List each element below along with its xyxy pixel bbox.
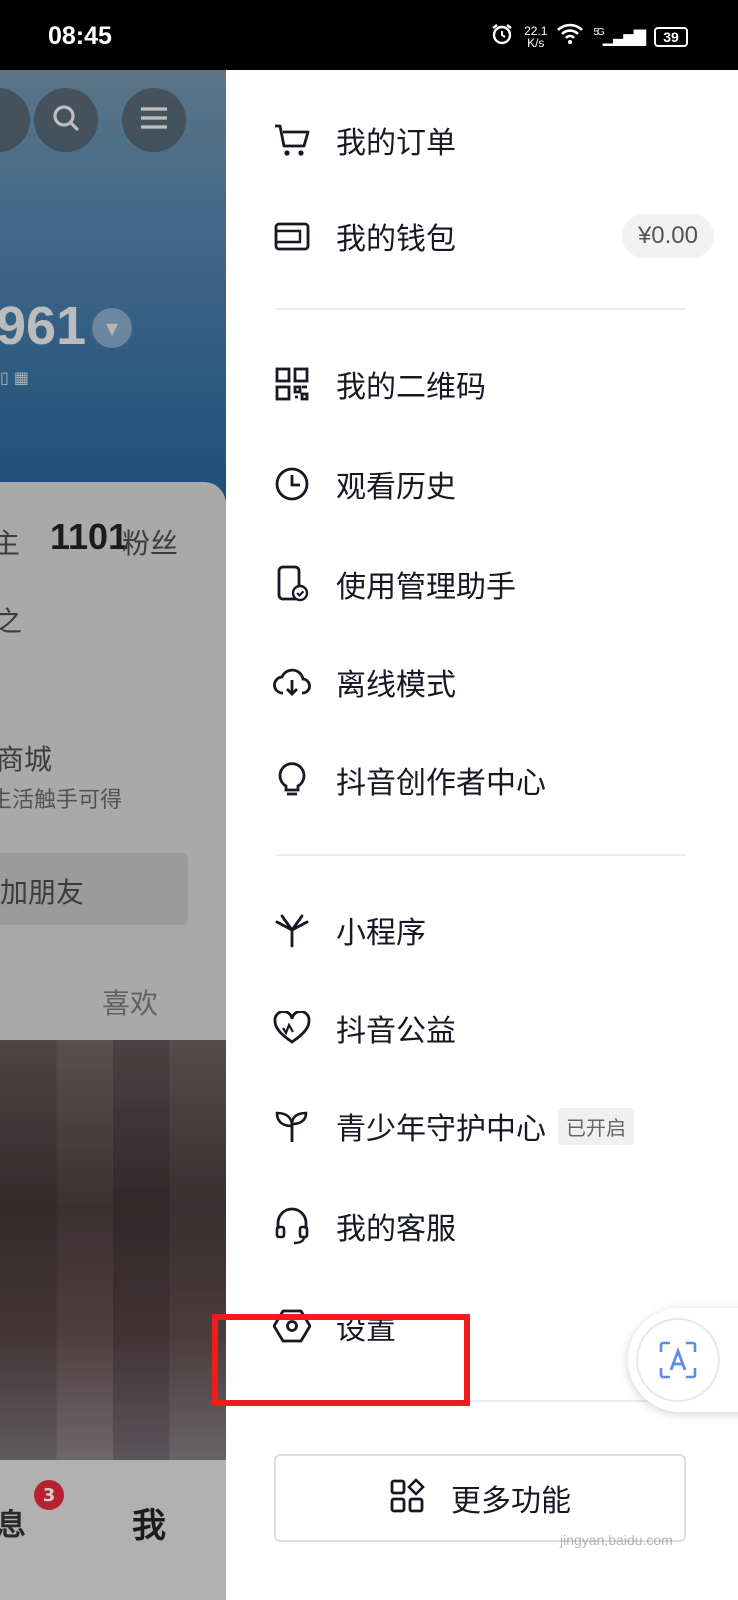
text-recognition-icon — [636, 1318, 720, 1402]
menu-item-charity[interactable]: 抖音公益 — [272, 998, 712, 1058]
menu-item-orders[interactable]: 我的订单 — [272, 110, 712, 170]
cloud-download-icon — [272, 662, 312, 702]
wallet-icon — [272, 216, 312, 256]
wallet-balance[interactable]: ¥0.00 — [621, 214, 714, 258]
dim-overlay[interactable] — [0, 70, 226, 1600]
watermark: jingyan.baidu.com — [560, 1532, 673, 1548]
menu-label: 我的钱包 — [336, 222, 456, 257]
status-time: 08:45 — [48, 22, 112, 50]
alarm-icon — [490, 22, 514, 51]
more-features-button[interactable]: 更多功能 — [274, 1454, 686, 1542]
menu-item-teen-protection[interactable]: 青少年守护中心 已开启 — [272, 1096, 712, 1156]
menu-label: 抖音公益 — [336, 1014, 456, 1049]
menu-label: 我的二维码 — [336, 370, 486, 405]
sprout-icon — [272, 1106, 312, 1146]
status-bar: 08:45 22.1 K/s 5G▁▃▅▇ 39 — [0, 0, 738, 70]
status-icons: 22.1 K/s 5G▁▃▅▇ 39 — [490, 22, 688, 51]
divider — [276, 308, 686, 310]
background-profile-page[interactable]: 961 ▼ ▯ ▦ 主 1101 粉丝 之 商城 生活触手可得 加朋友 喜欢 消… — [0, 70, 226, 1600]
menu-item-qr-code[interactable]: 我的二维码 — [272, 354, 712, 414]
menu-item-mini-programs[interactable]: 小程序 — [272, 900, 712, 960]
menu-label: 使用管理助手 — [336, 570, 516, 605]
headset-icon — [272, 1206, 312, 1246]
menu-label: 青少年守护中心 — [336, 1112, 546, 1147]
battery-indicator: 39 — [654, 26, 688, 47]
menu-label: 离线模式 — [336, 668, 456, 703]
clock-icon — [272, 464, 312, 504]
menu-item-creator-center[interactable]: 抖音创作者中心 — [272, 750, 712, 810]
floating-assistant-button[interactable] — [628, 1308, 738, 1412]
network-speed: 22.1 K/s — [524, 23, 548, 50]
more-features-label: 更多功能 — [451, 1484, 571, 1519]
menu-label: 抖音创作者中心 — [336, 766, 546, 801]
asterisk-icon — [272, 910, 312, 950]
apps-grid-icon — [389, 1478, 425, 1518]
menu-item-usage-assistant[interactable]: 使用管理助手 — [272, 554, 712, 614]
menu-label: 我的客服 — [336, 1212, 456, 1247]
qr-code-icon — [272, 364, 312, 404]
phone-check-icon — [272, 564, 312, 604]
cellular-signal-icon: 5G▁▃▅▇ — [593, 26, 646, 46]
lightbulb-icon — [272, 760, 312, 800]
cart-icon — [272, 120, 312, 160]
menu-label: 观看历史 — [336, 470, 456, 505]
wifi-icon — [557, 23, 584, 50]
divider — [276, 854, 686, 856]
menu-item-customer-service[interactable]: 我的客服 — [272, 1196, 712, 1256]
menu-label: 我的订单 — [336, 126, 456, 161]
status-badge: 已开启 — [558, 1107, 634, 1145]
menu-item-watch-history[interactable]: 观看历史 — [272, 454, 712, 514]
heart-icon — [272, 1008, 312, 1048]
menu-item-offline-mode[interactable]: 离线模式 — [272, 652, 712, 712]
menu-label: 小程序 — [336, 916, 426, 951]
settings-highlight-box — [212, 1314, 470, 1406]
